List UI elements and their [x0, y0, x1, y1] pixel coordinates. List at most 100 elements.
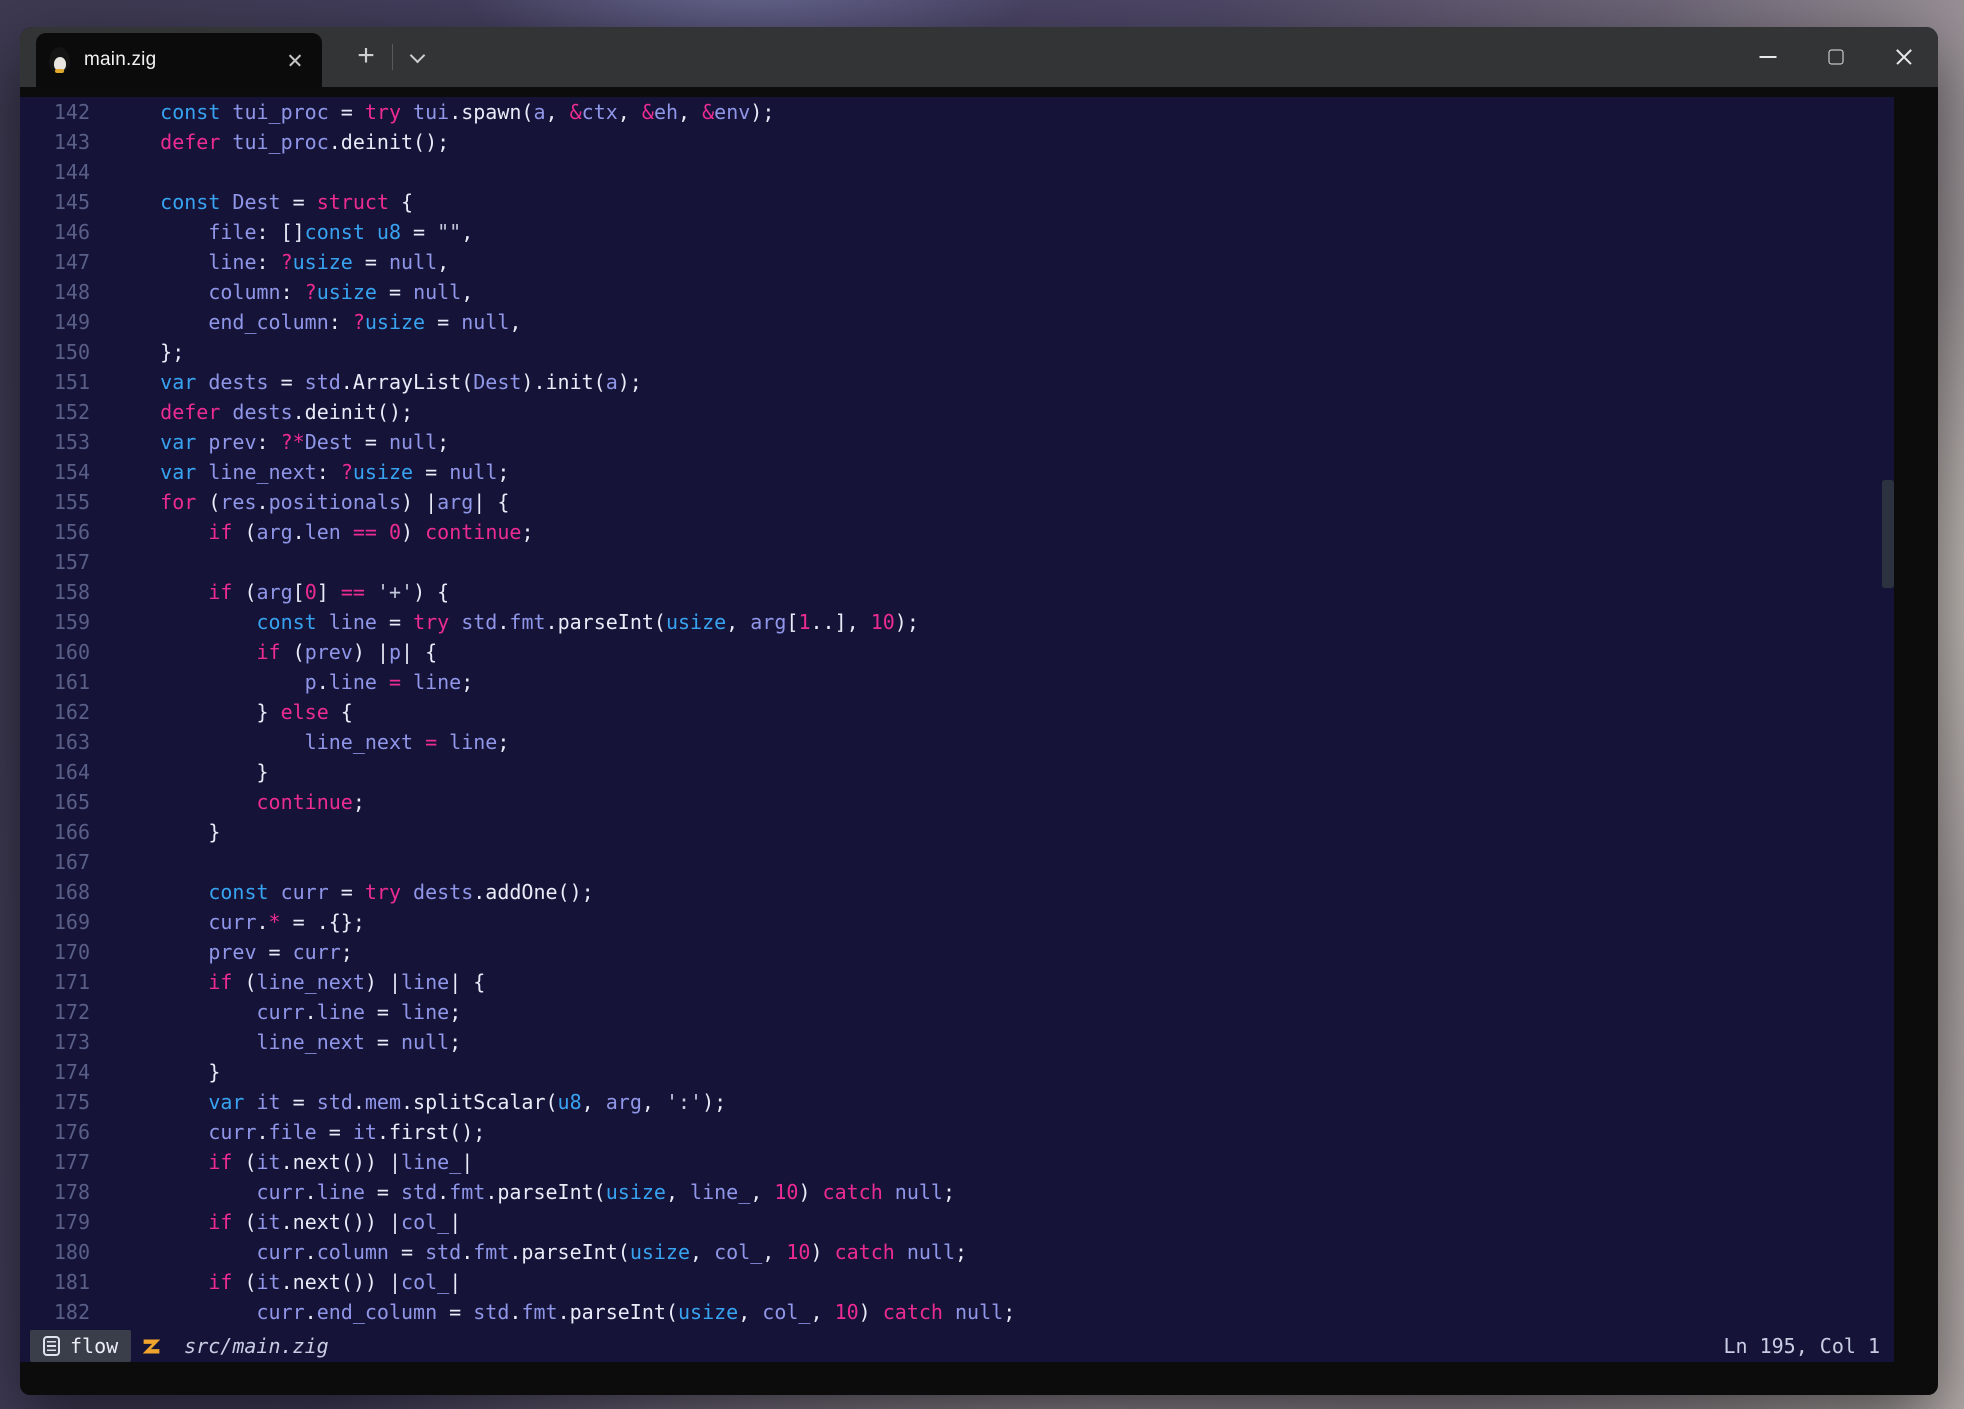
- line-number: 172: [20, 997, 90, 1027]
- tab-separator: [392, 44, 393, 70]
- maximize-button[interactable]: [1802, 27, 1870, 87]
- line-number: 149: [20, 307, 90, 337]
- code-area[interactable]: 142 const tui_proc = try tui.spawn(a, &c…: [20, 97, 1894, 1327]
- code-line[interactable]: 176 curr.file = it.first();: [20, 1117, 1894, 1147]
- code-line[interactable]: 175 var it = std.mem.splitScalar(u8, arg…: [20, 1087, 1894, 1117]
- code-line[interactable]: 142 const tui_proc = try tui.spawn(a, &c…: [20, 97, 1894, 127]
- line-number: 143: [20, 127, 90, 157]
- code-line[interactable]: 155 for (res.positionals) |arg| {: [20, 487, 1894, 517]
- line-number: 181: [20, 1267, 90, 1297]
- code-line[interactable]: 168 const curr = try dests.addOne();: [20, 877, 1894, 907]
- maximize-icon: [1829, 50, 1844, 65]
- close-button[interactable]: [1870, 27, 1938, 87]
- line-number: 176: [20, 1117, 90, 1147]
- code-line[interactable]: 169 curr.* = .{};: [20, 907, 1894, 937]
- tab-dropdown-button[interactable]: [400, 39, 436, 75]
- line-number: 166: [20, 817, 90, 847]
- code-line[interactable]: 166 }: [20, 817, 1894, 847]
- line-number: 159: [20, 607, 90, 637]
- code-line[interactable]: 144: [20, 157, 1894, 187]
- code-line[interactable]: 174 }: [20, 1057, 1894, 1087]
- line-number: 164: [20, 757, 90, 787]
- code-line[interactable]: 178 curr.line = std.fmt.parseInt(usize, …: [20, 1177, 1894, 1207]
- code-line[interactable]: 170 prev = curr;: [20, 937, 1894, 967]
- flow-mode-button[interactable]: flow: [30, 1330, 131, 1362]
- line-number: 158: [20, 577, 90, 607]
- line-number: 142: [20, 97, 90, 127]
- code-line[interactable]: 177 if (it.next()) |line_|: [20, 1147, 1894, 1177]
- line-number: 153: [20, 427, 90, 457]
- line-number: 180: [20, 1237, 90, 1267]
- code-line[interactable]: 181 if (it.next()) |col_|: [20, 1267, 1894, 1297]
- code-line[interactable]: 156 if (arg.len == 0) continue;: [20, 517, 1894, 547]
- code-line[interactable]: 148 column: ?usize = null,: [20, 277, 1894, 307]
- document-lines-icon: [43, 1336, 60, 1356]
- line-number: 174: [20, 1057, 90, 1087]
- line-number: 144: [20, 157, 90, 187]
- code-line[interactable]: 173 line_next = null;: [20, 1027, 1894, 1057]
- code-line[interactable]: 158 if (arg[0] == '+') {: [20, 577, 1894, 607]
- line-number: 171: [20, 967, 90, 997]
- code-line[interactable]: 167: [20, 847, 1894, 877]
- line-number: 170: [20, 937, 90, 967]
- line-number: 167: [20, 847, 90, 877]
- code-line[interactable]: 161 p.line = line;: [20, 667, 1894, 697]
- code-line[interactable]: 151 var dests = std.ArrayList(Dest).init…: [20, 367, 1894, 397]
- terminal-window: main.zig + 142 const tui_proc = try tui.…: [20, 27, 1938, 1395]
- line-number: 151: [20, 367, 90, 397]
- cursor-position[interactable]: Ln 195, Col 1: [1723, 1334, 1880, 1358]
- code-line[interactable]: 164 }: [20, 757, 1894, 787]
- line-number: 165: [20, 787, 90, 817]
- minimize-icon: [1760, 56, 1777, 58]
- code-line[interactable]: 171 if (line_next) |line| {: [20, 967, 1894, 997]
- line-number: 179: [20, 1207, 90, 1237]
- close-icon: [1895, 48, 1913, 66]
- scrollbar-thumb[interactable]: [1882, 480, 1894, 588]
- line-number: 154: [20, 457, 90, 487]
- editor[interactable]: 142 const tui_proc = try tui.spawn(a, &c…: [20, 97, 1894, 1362]
- new-tab-button[interactable]: +: [346, 37, 386, 77]
- code-line[interactable]: 159 const line = try std.fmt.parseInt(us…: [20, 607, 1894, 637]
- code-line[interactable]: 172 curr.line = line;: [20, 997, 1894, 1027]
- code-line[interactable]: 165 continue;: [20, 787, 1894, 817]
- code-line[interactable]: 157: [20, 547, 1894, 577]
- line-number: 156: [20, 517, 90, 547]
- line-number: 157: [20, 547, 90, 577]
- code-line[interactable]: 154 var line_next: ?usize = null;: [20, 457, 1894, 487]
- flow-mode-label: flow: [70, 1334, 118, 1358]
- code-line[interactable]: 163 line_next = line;: [20, 727, 1894, 757]
- code-line[interactable]: 143 defer tui_proc.deinit();: [20, 127, 1894, 157]
- line-number: 155: [20, 487, 90, 517]
- code-line[interactable]: 150 };: [20, 337, 1894, 367]
- code-line[interactable]: 147 line: ?usize = null,: [20, 247, 1894, 277]
- code-line[interactable]: 162 } else {: [20, 697, 1894, 727]
- code-line[interactable]: 182 curr.end_column = std.fmt.parseInt(u…: [20, 1297, 1894, 1327]
- code-line[interactable]: 149 end_column: ?usize = null,: [20, 307, 1894, 337]
- tab-main-zig[interactable]: main.zig: [36, 33, 322, 87]
- code-line[interactable]: 160 if (prev) |p| {: [20, 637, 1894, 667]
- line-number: 169: [20, 907, 90, 937]
- code-line[interactable]: 153 var prev: ?*Dest = null;: [20, 427, 1894, 457]
- code-line[interactable]: 180 curr.column = std.fmt.parseInt(usize…: [20, 1237, 1894, 1267]
- code-line[interactable]: 152 defer dests.deinit();: [20, 397, 1894, 427]
- plus-icon: +: [357, 39, 375, 72]
- line-number: 146: [20, 217, 90, 247]
- file-path: src/main.zig: [184, 1334, 329, 1358]
- line-number: 152: [20, 397, 90, 427]
- line-number: 145: [20, 187, 90, 217]
- line-number: 160: [20, 637, 90, 667]
- minimize-button[interactable]: [1734, 27, 1802, 87]
- code-line[interactable]: 145 const Dest = struct {: [20, 187, 1894, 217]
- line-number: 182: [20, 1297, 90, 1327]
- line-number: 178: [20, 1177, 90, 1207]
- code-line[interactable]: 179 if (it.next()) |col_|: [20, 1207, 1894, 1237]
- code-line[interactable]: 146 file: []const u8 = "",: [20, 217, 1894, 247]
- tab-close-button[interactable]: [282, 47, 308, 73]
- tux-penguin-icon: [49, 47, 70, 73]
- tab-title: main.zig: [84, 49, 156, 71]
- line-number: 173: [20, 1027, 90, 1057]
- line-number: 168: [20, 877, 90, 907]
- line-number: 177: [20, 1147, 90, 1177]
- line-number: 161: [20, 667, 90, 697]
- titlebar[interactable]: main.zig +: [20, 27, 1938, 87]
